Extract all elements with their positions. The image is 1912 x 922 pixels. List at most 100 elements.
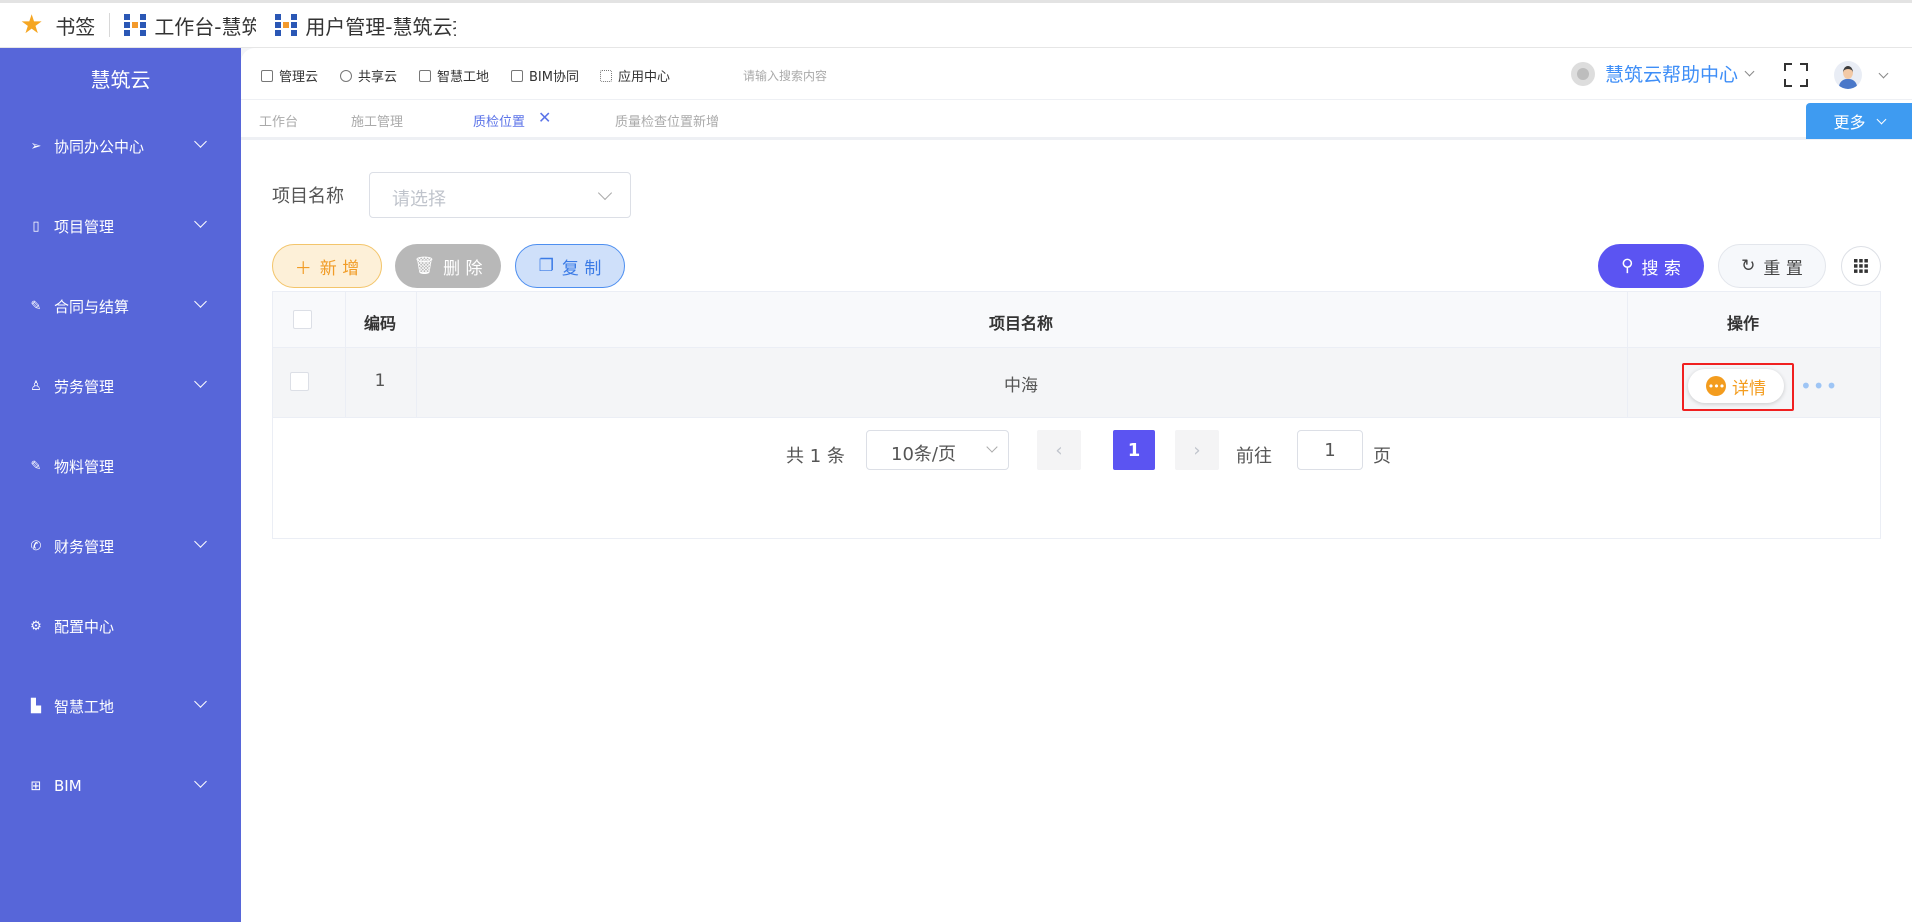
help-center-link[interactable]: 慧筑云帮助中心 <box>1571 60 1755 87</box>
reset-button[interactable]: ↻ 重 置 <box>1718 244 1826 288</box>
doc-icon <box>261 69 273 82</box>
bookmark-item[interactable]: 工作台-慧筑云-智 <box>124 3 256 47</box>
detail-button[interactable]: ••• 详情 <box>1688 369 1784 403</box>
pagination-total: 共 1 条 <box>786 446 845 467</box>
chevron-down-icon <box>194 775 207 788</box>
topnav-item-manage-cloud[interactable]: 管理云 <box>261 66 318 85</box>
topnav-item-share-cloud[interactable]: 共享云 <box>340 66 397 85</box>
goto-label: 前往 <box>1236 446 1272 467</box>
column-header-actions: 操作 <box>1726 314 1760 333</box>
site-logo-icon <box>124 14 147 36</box>
top-nav: 管理云 共享云 智慧工地 BIM协同 应用中心 请输入搜索内容 慧筑云帮助中心 <box>241 48 1912 100</box>
copy-icon: ❐ <box>538 256 554 276</box>
tab-inspection-location[interactable]: 质检位置 <box>473 111 525 130</box>
sidebar-item-label: 智慧工地 <box>54 697 115 716</box>
page-size-select[interactable]: 10条/页 <box>866 430 1009 470</box>
bookmark-folder[interactable]: ★ 书签 <box>0 3 95 47</box>
row-checkbox[interactable] <box>290 372 309 391</box>
box-icon <box>511 69 523 82</box>
sidebar-item-contract[interactable]: ✎ 合同与结算 <box>0 286 241 326</box>
chevron-down-icon <box>1744 66 1755 77</box>
sidebar-item-labor[interactable]: ♙ 劳务管理 <box>0 366 241 406</box>
trash-icon: 🗑 <box>413 256 436 276</box>
reset-label: 重 置 <box>1763 258 1803 279</box>
search-button[interactable]: ⚲ 搜 索 <box>1598 244 1704 288</box>
sidebar-item-project[interactable]: ▯ 项目管理 <box>0 206 241 246</box>
phone-icon: ✆ <box>30 538 42 554</box>
edit-doc-icon: ✎ <box>30 298 42 314</box>
add-label: 新 增 <box>319 258 360 279</box>
sidebar-item-material[interactable]: ✎ 物料管理 <box>0 446 241 486</box>
sidebar-item-bim[interactable]: ⊞ BIM <box>0 766 241 806</box>
avatar[interactable] <box>1834 61 1862 89</box>
delete-label: 删 除 <box>443 258 483 279</box>
goto-page-input[interactable] <box>1297 430 1363 470</box>
detail-label: 详情 <box>1732 378 1766 399</box>
divider <box>345 292 346 418</box>
book-icon: ▯ <box>32 218 40 234</box>
plus-icon: ＋ <box>294 258 312 279</box>
prev-page-button[interactable]: ‹ <box>1037 430 1081 470</box>
sidebar-item-label: 物料管理 <box>54 457 115 476</box>
sidebar-item-smart-site[interactable]: ▙ 智慧工地 <box>0 686 241 726</box>
sidebar-item-label: 协同办公中心 <box>54 137 145 156</box>
more-label: 更多 <box>1833 113 1866 132</box>
sidebar-item-label: 配置中心 <box>54 617 115 636</box>
bookmark-label: 用户管理-慧筑云指 <box>305 14 457 39</box>
select-all-checkbox[interactable] <box>293 310 312 329</box>
project-select[interactable]: 请选择 <box>369 172 631 218</box>
refresh-icon: ↻ <box>1741 256 1756 276</box>
more-circle-icon: ••• <box>1706 376 1726 396</box>
cell-code: 1 <box>374 371 386 391</box>
page-number-current[interactable]: 1 <box>1113 430 1155 470</box>
column-header-code: 编码 <box>363 314 397 333</box>
tab-inspection-location-add[interactable]: 质量检查位置新增 <box>615 111 719 130</box>
doc-icon <box>419 69 431 82</box>
topnav-label: 智慧工地 <box>437 70 490 85</box>
edit-doc-icon: ✎ <box>30 458 42 474</box>
next-page-button[interactable]: › <box>1175 430 1219 470</box>
chevron-down-icon <box>194 215 207 228</box>
help-logo-icon <box>1571 61 1595 86</box>
chevron-down-icon <box>194 535 207 548</box>
gear-icon: ⚙ <box>30 618 42 634</box>
search-input[interactable]: 请输入搜索内容 <box>743 67 827 84</box>
search-label: 搜 索 <box>1641 258 1681 279</box>
send-icon: ➢ <box>30 138 42 154</box>
sidebar-item-finance[interactable]: ✆ 财务管理 <box>0 526 241 566</box>
tab-workbench[interactable]: 工作台 <box>259 111 298 130</box>
sidebar-item-label: 合同与结算 <box>54 297 130 316</box>
topnav-item-app-center[interactable]: 应用中心 <box>600 66 670 85</box>
apps-icon <box>600 69 612 82</box>
tab-construction[interactable]: 施工管理 <box>351 111 403 130</box>
fullscreen-icon[interactable] <box>1784 63 1808 87</box>
site-logo-icon <box>275 14 298 36</box>
chevron-down-icon <box>194 695 207 708</box>
close-icon[interactable]: ✕ <box>538 108 551 127</box>
more-tabs-button[interactable]: 更多 <box>1806 103 1912 139</box>
chevron-down-icon[interactable] <box>1878 68 1889 79</box>
topnav-label: 共享云 <box>358 70 398 85</box>
chevron-down-icon <box>194 295 207 308</box>
chevron-down-icon <box>986 441 998 453</box>
topnav-label: 应用中心 <box>618 70 671 85</box>
bookmarks-bar: ★ 书签 工作台-慧筑云-智 用户管理-慧筑云指 <box>0 0 1912 48</box>
topnav-label: BIM协同 <box>529 70 579 85</box>
topnav-item-bim[interactable]: BIM协同 <box>511 66 579 85</box>
column-settings-button[interactable] <box>1841 246 1881 286</box>
sidebar-item-config[interactable]: ⚙ 配置中心 <box>0 606 241 646</box>
divider <box>1627 292 1628 418</box>
more-actions-icon[interactable]: ••• <box>1800 374 1838 398</box>
topnav-item-smart-site[interactable]: 智慧工地 <box>419 66 489 85</box>
add-button[interactable]: ＋ 新 增 <box>272 244 382 288</box>
grid-icon <box>1854 259 1868 273</box>
copy-button[interactable]: ❐ 复 制 <box>515 244 625 288</box>
bookmark-item[interactable]: 用户管理-慧筑云指 <box>275 3 456 47</box>
sidebar-item-collab[interactable]: ➢ 协同办公中心 <box>0 126 241 166</box>
chart-icon: ▙ <box>31 698 41 714</box>
chevron-down-icon <box>597 185 613 201</box>
help-label: 慧筑云帮助中心 <box>1605 64 1739 86</box>
worker-icon: ♙ <box>30 378 42 394</box>
delete-button[interactable]: 🗑 删 除 <box>395 244 501 288</box>
bookmark-label: 书签 <box>55 14 96 39</box>
